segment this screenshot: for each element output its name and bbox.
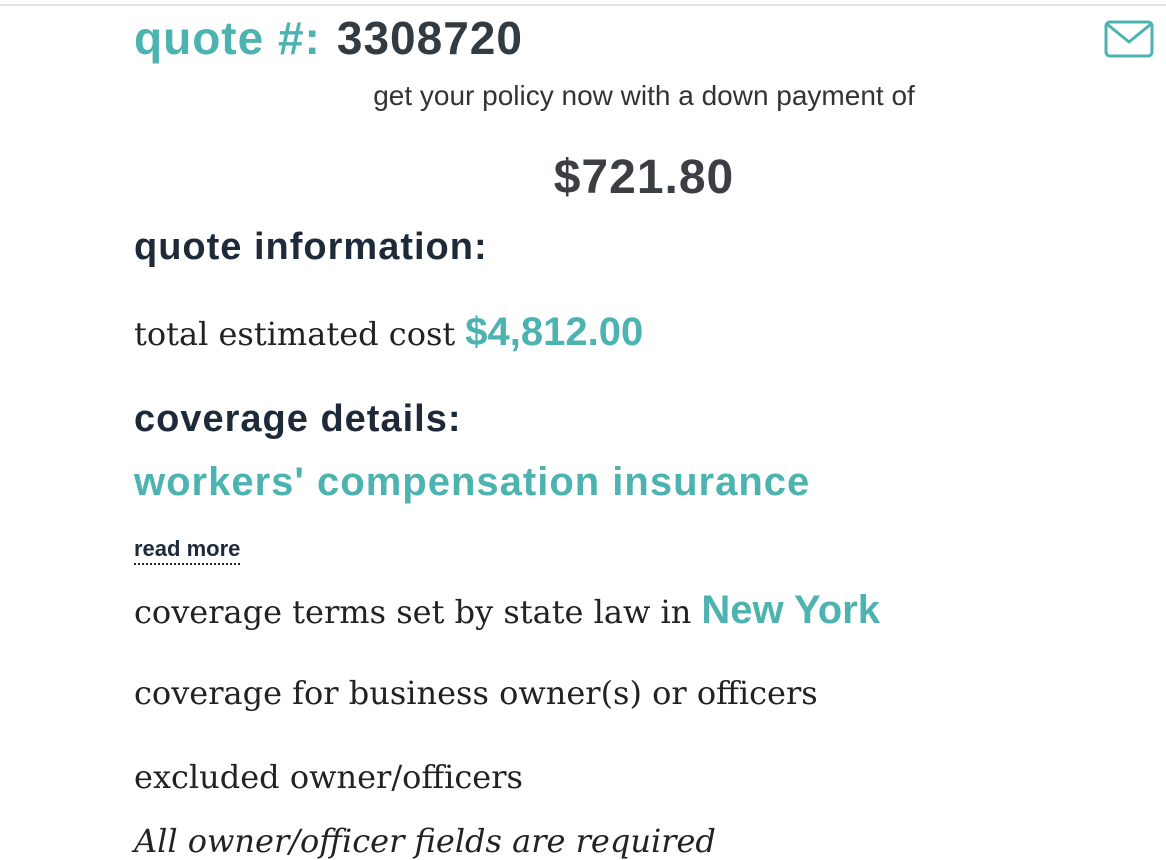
top-divider [0,4,1166,6]
down-payment-text: get your policy now with a down payment … [373,80,915,111]
state-law-row: coverage terms set by state law in New Y… [134,588,880,633]
required-fields-note: All owner/officer fields are required [134,822,716,860]
owners-coverage-text: coverage for business owner(s) or office… [134,674,818,712]
quote-number: 3308720 [336,12,523,64]
total-cost-row: total estimated cost $4,812.00 [134,310,643,355]
total-cost-label: total estimated cost [134,315,456,353]
coverage-product-name: workers' compensation insurance [134,460,811,504]
state-law-text: coverage terms set by state law in [134,593,692,631]
total-cost-value: $4,812.00 [465,310,644,354]
owners-coverage-row: coverage for business owner(s) or office… [134,674,818,712]
excluded-officers-text: excluded owner/officers [134,758,523,796]
read-more-link[interactable]: read more [134,536,241,565]
down-payment-amount: $721.80 [553,151,735,204]
quote-information-heading: quote information: [134,226,488,268]
excluded-officers-row: excluded owner/officers [134,758,523,796]
envelope-icon[interactable] [1104,20,1154,58]
coverage-details-heading: coverage details: [134,398,462,440]
state-name: New York [701,588,880,632]
quote-header: quote #: 3308720 [134,8,523,68]
quote-label: quote #: [134,12,321,64]
